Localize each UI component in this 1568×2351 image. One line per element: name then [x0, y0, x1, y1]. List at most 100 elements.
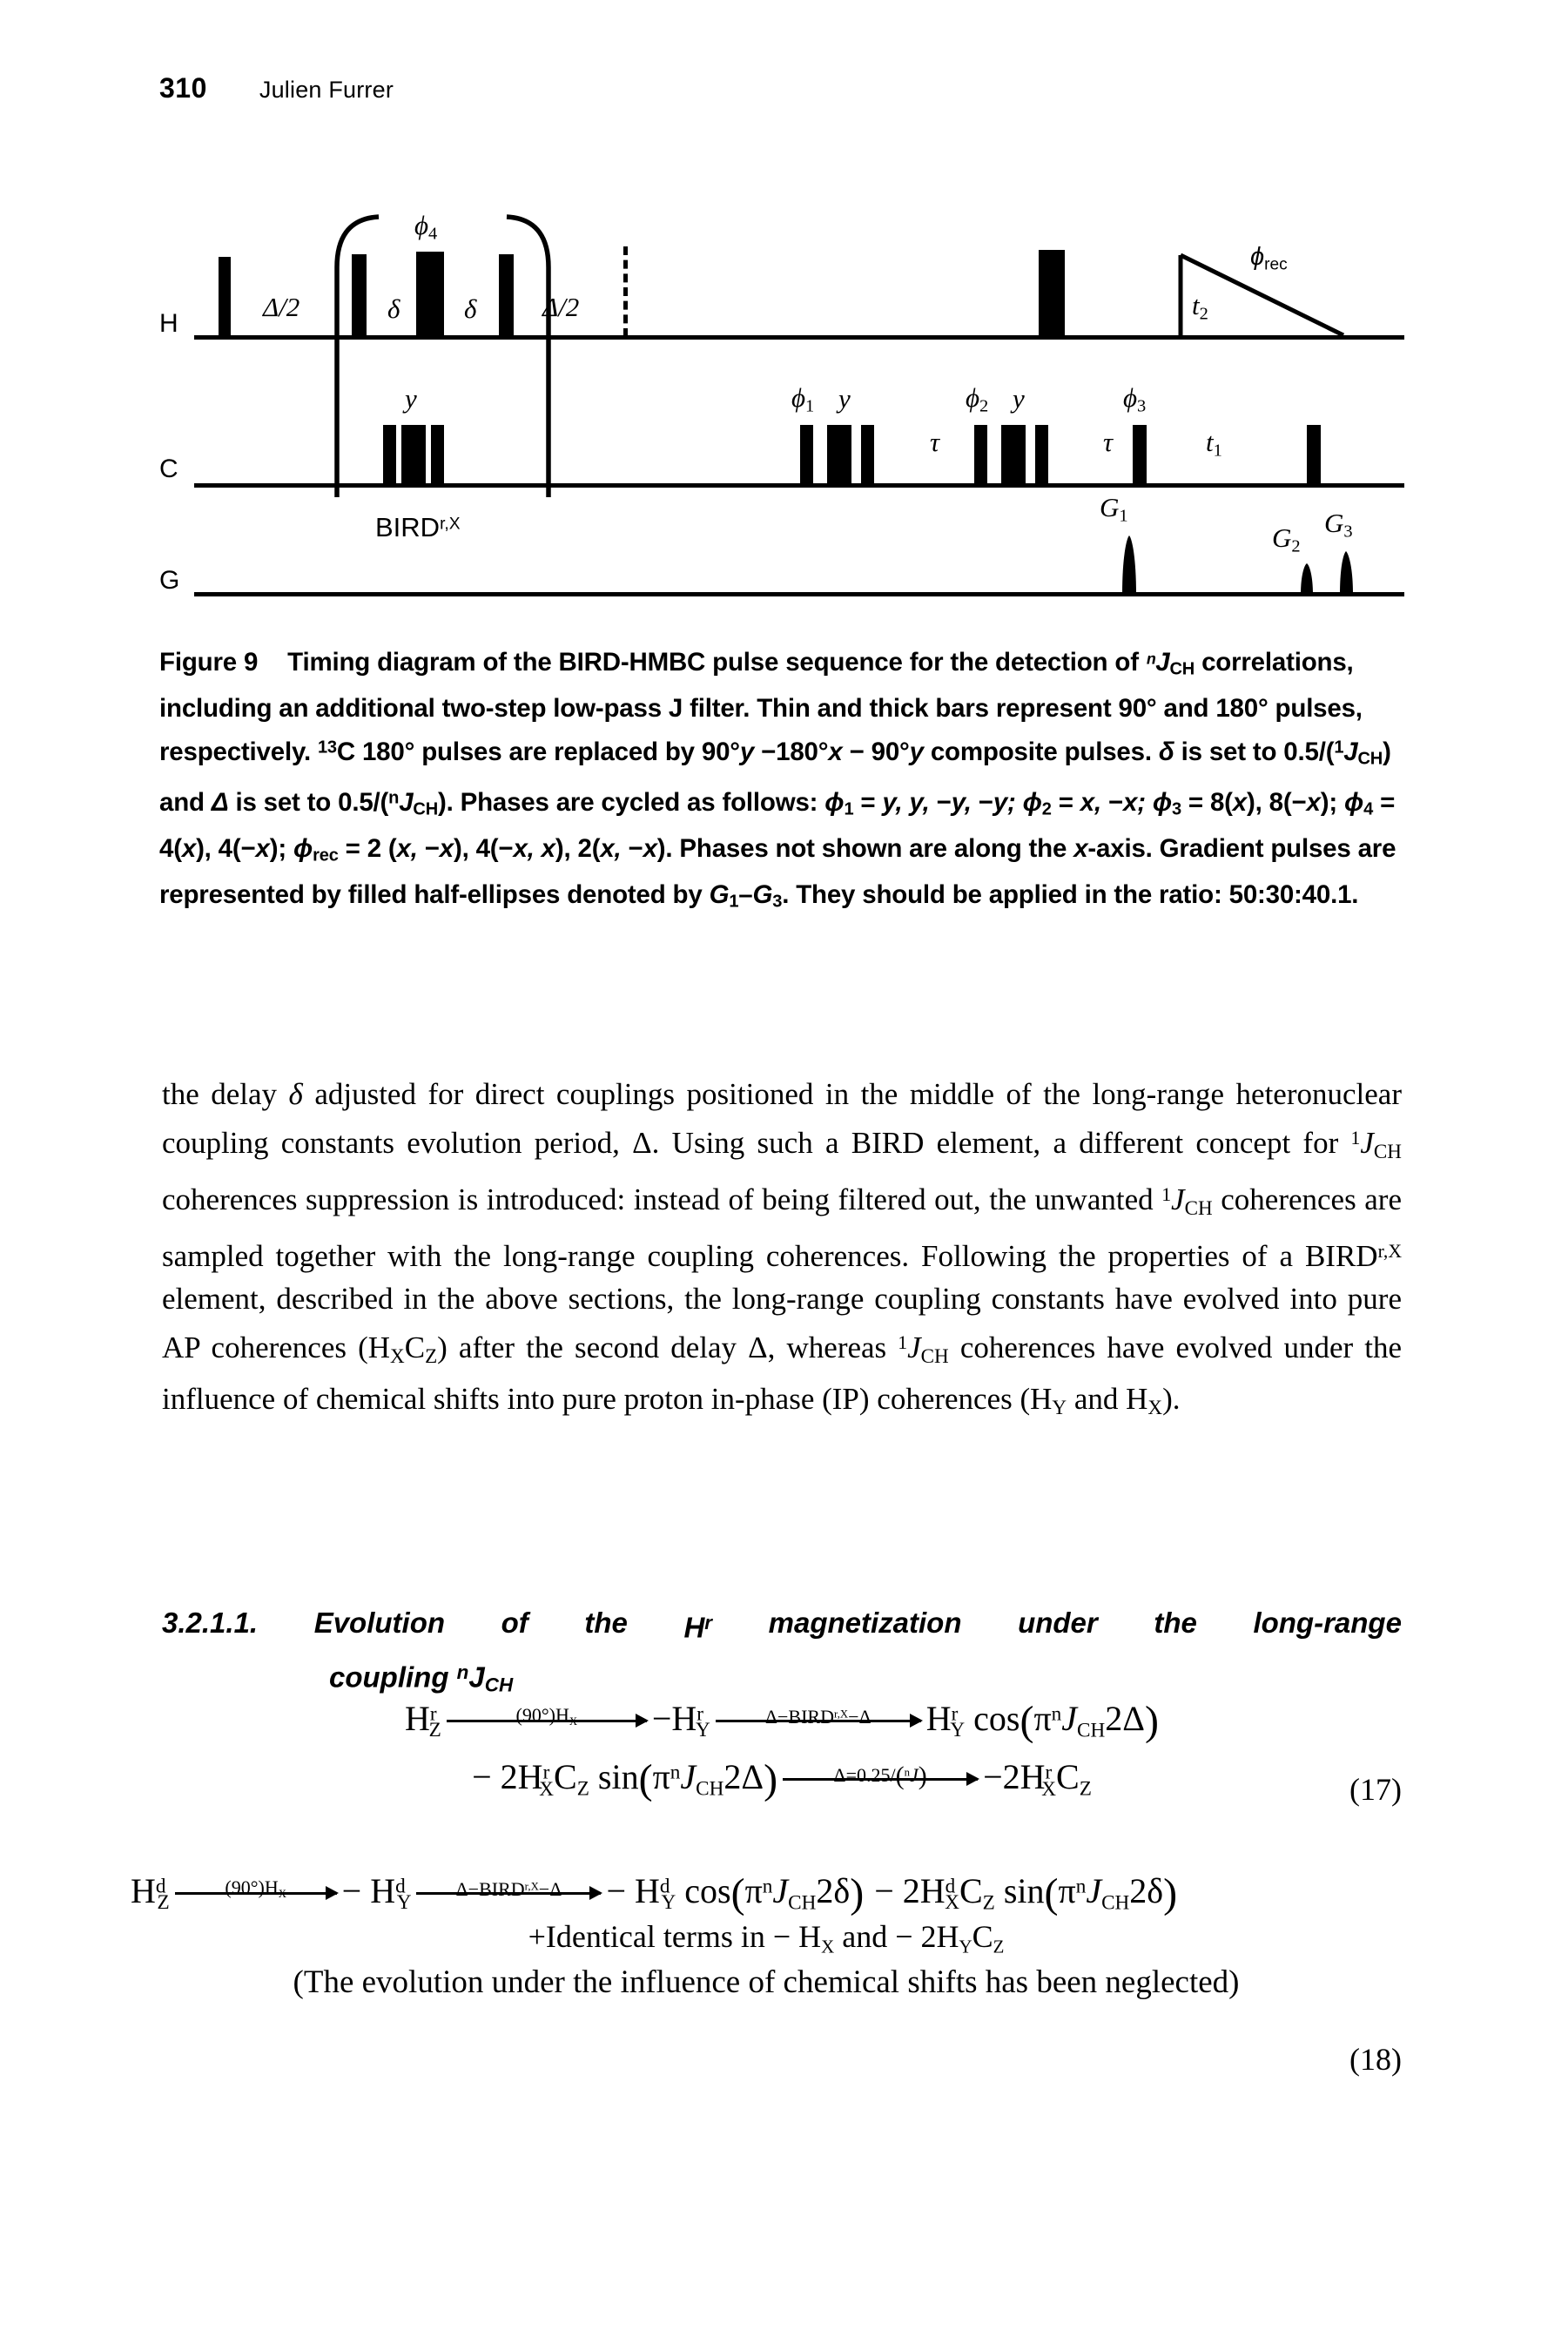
heading-superscript-r: r: [704, 1612, 713, 1634]
h-label-phase-rec: ϕrec: [1250, 243, 1288, 274]
eq17-term-m2hxcz: −2HrXCZ: [983, 1757, 1092, 1801]
bird-bracket-left: [334, 214, 380, 497]
figure-caption: Figure 9 Timing diagram of the BIRD-HMBC…: [159, 643, 1406, 922]
gradient-label-g3: G3: [1324, 508, 1353, 542]
equation-18-line3: (The evolution under the influence of ch…: [131, 1964, 1402, 2001]
bird-element-label: BIRDr,X: [375, 512, 461, 543]
c-pulse-lpf2-180: [1001, 425, 1026, 483]
eq18-term-hz: HdZ: [131, 1871, 170, 1915]
heading-word-0: Evolution: [313, 1607, 446, 1639]
eq17-arrow2-label: Δ−BIRDr,X−Δ: [764, 1705, 871, 1728]
figure-caption-title: Figure 9: [159, 648, 259, 677]
eq17-term-hycos: HrY cos(πnJCH2Δ): [925, 1697, 1159, 1744]
h-pulse-bird-180: [416, 252, 444, 335]
h-label-delta-2: δ: [464, 293, 477, 324]
figure-caption-text: Timing diagram of the BIRD-HMBC pulse se…: [159, 648, 1396, 912]
c-pulse-bird-90b: [431, 425, 444, 483]
section-heading: 3.2.1.1. Evolution of the Hr magnetizati…: [162, 1600, 1402, 1708]
channel-label-h: H: [159, 309, 178, 338]
eq17-arrow-3: Δ=0.25/(nJ): [783, 1759, 980, 1799]
gradient-g1: [1122, 536, 1136, 595]
eq18-arrow-2: Δ−BIRDr,X−Δ: [416, 1873, 603, 1913]
heading-word-7: long-range: [1253, 1607, 1402, 1639]
eq17-arrow-2: Δ−BIRDr,X−Δ: [715, 1701, 923, 1741]
h-label-delay-first: Δ/2: [263, 292, 300, 322]
eq18-note: (The evolution under the influence of ch…: [293, 1964, 1240, 2001]
h-dashed-divider: [623, 246, 628, 337]
g-channel-baseline: [194, 592, 1404, 596]
eq18-term-2hxcz-sin: − 2HdXCZ sin(πnJCH2δ): [874, 1869, 1178, 1917]
t2-text: t2: [1192, 290, 1208, 324]
equation-17-number: (17): [1349, 1772, 1402, 1807]
h-label-phase4: ϕ4: [414, 210, 437, 245]
c-pulse-final-90: [1307, 425, 1321, 483]
h-pulse-90-first: [219, 257, 231, 335]
phase4-text: ϕ4: [414, 210, 438, 244]
c-pulse-lpf2-90: [974, 425, 987, 483]
c-label-tau-1: τ: [930, 427, 940, 457]
heading-word-1: of: [501, 1607, 528, 1639]
c-label-phase2: ϕ2: [966, 382, 988, 417]
pulse-sequence-diagram: H Δ/2 δ ϕ4 δ Δ/2 t2 ϕrec C y ϕ1 y τ ϕ2 y…: [159, 196, 1404, 614]
eq17-term-hz: HrZ: [405, 1699, 441, 1742]
gradient-g2: [1301, 563, 1313, 595]
c-pulse-bird-90a: [383, 425, 396, 483]
gradient-label-g1: G1: [1100, 492, 1128, 527]
c-pulse-lpf2-90b: [1035, 425, 1048, 483]
bird-bracket-right: [506, 214, 551, 497]
channel-label-g: G: [159, 566, 180, 595]
body-paragraph: the delay δ adjusted for direct coupling…: [162, 1077, 1402, 1418]
h-label-t2: t2: [1192, 290, 1208, 325]
bird-label-text: BIRDr,X: [375, 512, 461, 542]
g3-text: G3: [1324, 508, 1353, 542]
c-label-lpf1-y: y: [838, 383, 851, 414]
eq18-term-mhy: − HdY: [341, 1871, 412, 1915]
heading-word-5: under: [1018, 1607, 1098, 1639]
eq18-term-hycos: − HdY cos(πnJCH2δ): [606, 1869, 865, 1917]
channel-label-c: C: [159, 455, 178, 483]
c-pulse-lpf1-180: [827, 425, 851, 483]
eq17-arrow3-label: Δ=0.25/(nJ): [833, 1762, 927, 1791]
heading-word-3: Hr: [683, 1611, 713, 1644]
equation-18-line2: +Identical terms in − HX and − 2HYCZ: [131, 1918, 1402, 1958]
c-label-lpf2-y: y: [1013, 383, 1025, 414]
heading-word-2: the: [584, 1607, 628, 1639]
g2-text: G2: [1272, 522, 1301, 556]
c-pulse-bird-180: [401, 425, 426, 483]
running-head: 310 Julien Furrer: [159, 72, 394, 104]
section-number: 3.2.1.1.: [162, 1607, 259, 1639]
gradient-label-g2: G2: [1272, 522, 1301, 557]
h-label-delta-1: δ: [387, 293, 400, 324]
phase2-text: ϕ2: [966, 382, 989, 416]
phase1-text: ϕ1: [791, 382, 815, 416]
t1-text: t1: [1206, 427, 1222, 461]
c-label-t1: t1: [1206, 427, 1222, 461]
equation-18-number: (18): [1349, 2042, 1402, 2077]
equation-17: HrZ (90°)HX −HrY Δ−BIRDr,X−Δ HrY cos(πnJ…: [162, 1698, 1402, 1807]
eq17-term-mhy: −HrY: [651, 1699, 710, 1742]
g1-text: G1: [1100, 492, 1128, 526]
heading-word-4: magnetization: [768, 1607, 962, 1639]
equation-17-line2: − 2HrXCZ sin(πnJCH2Δ) Δ=0.25/(nJ) −2HrXC…: [162, 1756, 1402, 1801]
equation-18-line1: HdZ (90°)HX − HdY Δ−BIRDr,X−Δ − HdY cos(…: [131, 1870, 1402, 1915]
eq18-arrow2-label: Δ−BIRDr,X−Δ: [455, 1877, 562, 1900]
eq18-arrow1-label: (90°)HX: [225, 1876, 286, 1900]
c-label-tau-2: τ: [1103, 427, 1114, 457]
c-label-phase3: ϕ3: [1123, 382, 1146, 417]
heading-word-6: the: [1154, 1607, 1197, 1639]
c-pulse-lpf1-90b: [861, 425, 874, 483]
section-heading-line1: 3.2.1.1. Evolution of the Hr magnetizati…: [162, 1600, 1402, 1650]
c-label-bird-y: y: [405, 383, 417, 414]
c-label-phase1: ϕ1: [791, 382, 814, 417]
c-channel-baseline: [194, 483, 1404, 488]
equation-17-line1: HrZ (90°)HX −HrY Δ−BIRDr,X−Δ HrY cos(πnJ…: [162, 1698, 1402, 1742]
eq18-arrow-1: (90°)HX: [174, 1873, 339, 1913]
page-number: 310: [159, 72, 207, 104]
eq17-arrow1-label: (90°)HX: [515, 1703, 578, 1728]
h-pulse-180-refocus: [1039, 250, 1065, 335]
eq17-arrow-1: (90°)HX: [446, 1701, 649, 1741]
eq18-identical-terms: +Identical terms in − HX and − 2HYCZ: [528, 1919, 1005, 1958]
equation-18: HdZ (90°)HX − HdY Δ−BIRDr,X−Δ − HdY cos(…: [131, 1870, 1402, 2077]
c-pulse-phase3-90: [1133, 425, 1147, 483]
gradient-g3: [1340, 551, 1353, 595]
